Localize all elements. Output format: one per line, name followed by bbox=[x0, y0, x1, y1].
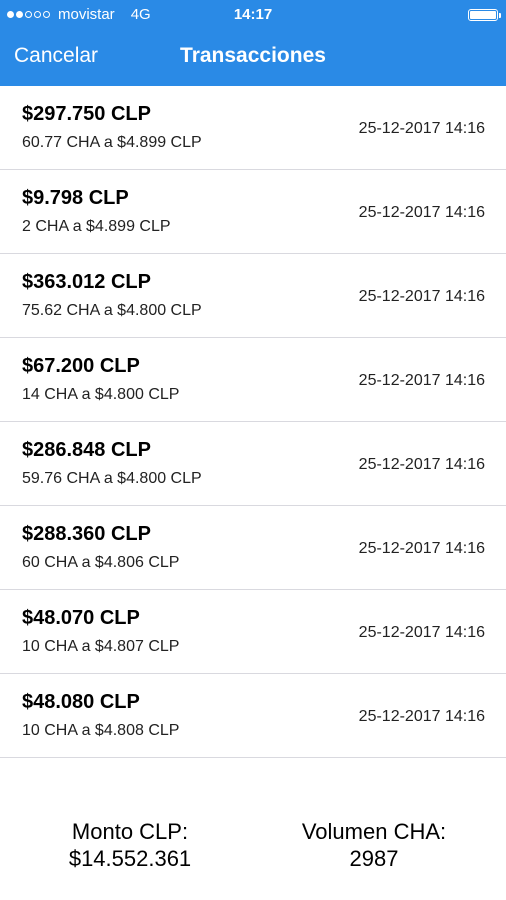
transaction-row[interactable]: $286.848 CLP 59.76 CHA a $4.800 CLP 25-1… bbox=[0, 422, 506, 506]
volumen-value: 2987 bbox=[349, 846, 399, 871]
volumen-label: Volumen CHA: bbox=[301, 819, 447, 844]
transaction-amount: $363.012 CLP bbox=[22, 271, 151, 293]
page-title: Transacciones bbox=[180, 44, 326, 67]
transaction-detail: 60 CHA a $4.806 CLP bbox=[22, 554, 180, 571]
transaction-date: 25-12-2017 14:16 bbox=[358, 372, 485, 389]
transaction-date: 25-12-2017 14:16 bbox=[358, 708, 485, 725]
transaction-amount: $288.360 CLP bbox=[22, 523, 151, 545]
status-time: 14:17 bbox=[233, 6, 273, 23]
transaction-detail: 60.77 CHA a $4.899 CLP bbox=[22, 134, 202, 151]
transaction-date: 25-12-2017 14:16 bbox=[358, 120, 485, 137]
transaction-amount: $297.750 CLP bbox=[22, 103, 151, 125]
monto-label: Monto CLP: bbox=[71, 819, 189, 844]
transaction-amount: $286.848 CLP bbox=[22, 439, 151, 461]
transaction-row-partial[interactable] bbox=[0, 758, 506, 788]
transaction-detail: 10 CHA a $4.808 CLP bbox=[22, 722, 180, 739]
monto-summary: Monto CLP: $14.552.361 bbox=[30, 818, 230, 872]
transaction-row[interactable]: $297.750 CLP 60.77 CHA a $4.899 CLP 25-1… bbox=[0, 86, 506, 170]
transaction-row[interactable]: $67.200 CLP 14 CHA a $4.800 CLP 25-12-20… bbox=[0, 338, 506, 422]
transaction-date: 25-12-2017 14:16 bbox=[358, 204, 485, 221]
navigation-bar: Cancelar Transacciones bbox=[0, 36, 506, 76]
transaction-detail: 75.62 CHA a $4.800 CLP bbox=[22, 302, 202, 319]
volumen-summary: Volumen CHA: 2987 bbox=[274, 818, 474, 872]
transaction-row[interactable]: $48.070 CLP 10 CHA a $4.807 CLP 25-12-20… bbox=[0, 590, 506, 674]
battery-icon bbox=[468, 9, 501, 21]
transaction-detail: 14 CHA a $4.800 CLP bbox=[22, 386, 180, 403]
transaction-date: 25-12-2017 14:16 bbox=[358, 624, 485, 641]
transaction-amount: $9.798 CLP bbox=[22, 187, 129, 209]
transaction-row[interactable]: $48.080 CLP 10 CHA a $4.808 CLP 25-12-20… bbox=[0, 674, 506, 758]
transaction-amount: $48.080 CLP bbox=[22, 691, 140, 713]
header: movistar 4G 14:17 Cancelar Transacciones bbox=[0, 0, 506, 86]
transaction-date: 25-12-2017 14:16 bbox=[358, 540, 485, 557]
transaction-date: 25-12-2017 14:16 bbox=[358, 288, 485, 305]
transaction-amount: $48.070 CLP bbox=[22, 607, 140, 629]
transaction-detail: 2 CHA a $4.899 CLP bbox=[22, 218, 171, 235]
transaction-amount: $67.200 CLP bbox=[22, 355, 140, 377]
transaction-row[interactable]: $9.798 CLP 2 CHA a $4.899 CLP 25-12-2017… bbox=[0, 170, 506, 254]
transaction-date: 25-12-2017 14:16 bbox=[358, 456, 485, 473]
status-bar: movistar 4G 14:17 bbox=[0, 0, 506, 30]
monto-value: $14.552.361 bbox=[68, 846, 192, 871]
summary-footer: Monto CLP: $14.552.361 Volumen CHA: 2987 bbox=[0, 788, 506, 900]
transactions-list[interactable]: $297.750 CLP 60.77 CHA a $4.899 CLP 25-1… bbox=[0, 86, 506, 788]
transaction-detail: 59.76 CHA a $4.800 CLP bbox=[22, 470, 202, 487]
transaction-detail: 10 CHA a $4.807 CLP bbox=[22, 638, 180, 655]
transaction-row[interactable]: $288.360 CLP 60 CHA a $4.806 CLP 25-12-2… bbox=[0, 506, 506, 590]
transaction-row[interactable]: $363.012 CLP 75.62 CHA a $4.800 CLP 25-1… bbox=[0, 254, 506, 338]
